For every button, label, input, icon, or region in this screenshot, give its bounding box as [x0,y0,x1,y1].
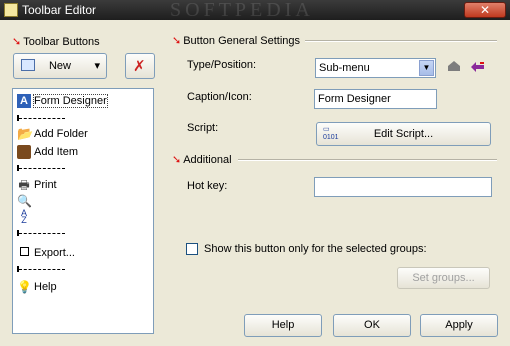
app-icon [4,3,18,17]
list-item[interactable]: A Form Designer [17,93,108,109]
separator-item[interactable] [17,164,65,172]
separator-item[interactable] [17,265,65,273]
toolbar-buttons-list[interactable]: A Form Designer 📂Add Folder Add Item 🖶 Pri… [12,88,154,334]
script-icon: ▭ 0101 [323,126,339,141]
new-item-icon [21,59,35,71]
groups-checkbox-label: Show this button only for the selected g… [204,243,427,255]
toolbar-editor-window: Toolbar Editor SOFTPEDIA ✕ ➘ Toolbar Butt… [0,0,510,346]
list-item[interactable]: 💡 Help [17,279,57,295]
list-item[interactable]: 🔍 [17,193,34,209]
apply-button[interactable]: Apply [420,314,498,337]
edit-script-button[interactable]: ▭ 0101 Edit Script... [316,122,491,146]
delete-button[interactable]: ✗ [125,53,155,79]
delete-icon: ✗ [133,58,146,75]
list-item[interactable]: Export... [17,245,75,261]
window-title: Toolbar Editor [22,3,97,17]
form-designer-icon: A [17,94,31,109]
watermark: SOFTPEDIA [170,0,314,21]
lightbulb-icon: 💡 [17,280,32,295]
title-bar[interactable]: Toolbar Editor SOFTPEDIA ✕ [0,0,510,21]
caption-input[interactable]: Form Designer [314,89,437,109]
type-position-select[interactable]: Sub-menu ▼ [315,58,436,78]
type-position-label: Type/Position: [187,59,257,71]
sort-az-icon: AZ [20,208,27,226]
list-item[interactable]: Add Item [17,144,78,160]
caption-icon-label: Caption/Icon: [187,91,252,103]
separator-item[interactable] [17,114,65,122]
chevron-down-icon[interactable]: ▾ [94,54,100,78]
move-arrow-icon[interactable] [470,61,486,73]
list-item[interactable]: 📂Add Folder [17,126,88,142]
add-folder-icon: 📂 [17,126,34,142]
red-arrow-icon: ➘ [172,154,182,166]
red-arrow-icon: ➘ [12,36,22,48]
checkbox-icon [17,246,31,260]
hotkey-label: Hot key: [187,180,228,192]
add-item-icon [17,145,31,160]
list-item[interactable]: 🖶 Print [17,177,56,193]
close-button[interactable]: ✕ [464,2,506,18]
list-item[interactable]: AZ [17,209,34,225]
groups-checkbox[interactable] [186,243,198,255]
magnifier-icon: 🔍 [17,194,32,209]
set-groups-button[interactable]: Set groups... [397,267,490,289]
home-icon[interactable] [447,60,461,72]
separator-item[interactable] [17,229,65,237]
general-settings-header: ➘ Button General Settings [172,35,301,47]
new-button[interactable]: New ▾ [13,53,107,79]
chevron-down-icon[interactable]: ▼ [419,60,434,76]
additional-header: ➘ Additional [172,154,232,166]
red-arrow-icon: ➘ [172,35,182,47]
help-button[interactable]: Help [244,314,322,337]
section-divider [238,159,497,161]
ok-button[interactable]: OK [333,314,411,337]
printer-icon: 🖶 [18,178,30,193]
toolbar-buttons-header: ➘ Toolbar Buttons [12,36,100,48]
hotkey-input[interactable] [314,177,492,197]
section-divider [305,40,497,42]
script-label: Script: [187,122,219,134]
